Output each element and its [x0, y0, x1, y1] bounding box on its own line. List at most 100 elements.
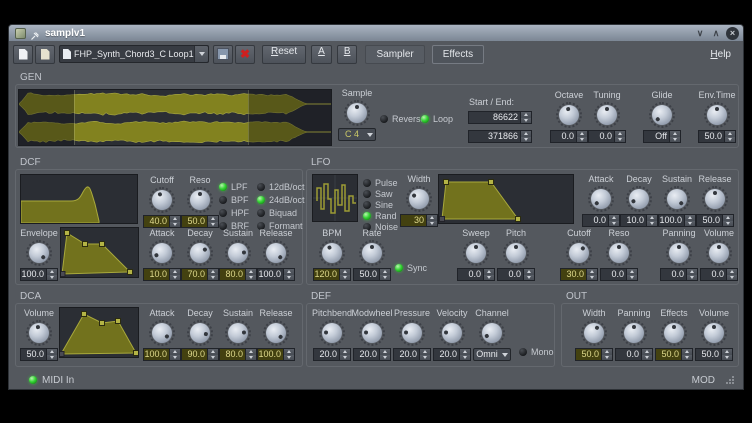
knob-spinbox[interactable]: 20.0 — [313, 348, 351, 361]
sync-radio[interactable]: Sync — [395, 262, 427, 273]
radio-rand[interactable]: Rand — [363, 210, 398, 221]
spin-down-icon[interactable] — [682, 355, 692, 361]
radio-lpf[interactable]: LPF — [219, 181, 249, 192]
spin-down-icon[interactable] — [521, 137, 531, 143]
spin-down-icon[interactable] — [642, 355, 652, 361]
open-preset-button[interactable] — [35, 45, 55, 64]
spin-down-icon[interactable] — [427, 221, 437, 227]
reverse-radio[interactable]: Reverse — [380, 113, 426, 124]
loop-end-spinbox[interactable]: 371866 — [468, 130, 532, 143]
spin-down-icon[interactable] — [723, 221, 733, 227]
spin-down-icon[interactable] — [725, 137, 735, 143]
knob-dial[interactable] — [661, 320, 687, 346]
loop-start-spinbox[interactable]: 86622 — [468, 111, 532, 124]
knob-dial[interactable] — [319, 240, 345, 266]
spin-down-icon[interactable] — [687, 275, 697, 281]
knob-spinbox[interactable]: 40.0 — [143, 215, 181, 228]
spin-down-icon[interactable] — [284, 275, 294, 281]
spin-down-icon[interactable] — [208, 355, 218, 361]
knob-dial[interactable] — [359, 320, 385, 346]
envelope-handle[interactable] — [134, 351, 139, 356]
knob-spinbox[interactable]: 20.0 — [353, 348, 391, 361]
knob-spinbox[interactable]: 0.0 — [700, 268, 738, 281]
knob-spinbox[interactable]: 120.0 — [313, 268, 351, 281]
knob-spinbox[interactable]: 50.0 — [695, 348, 733, 361]
knob-dial[interactable] — [556, 102, 582, 128]
knob-spinbox[interactable]: 30.0 — [560, 268, 598, 281]
knob-dial[interactable] — [149, 187, 175, 213]
spin-down-icon[interactable] — [727, 275, 737, 281]
spin-down-icon[interactable] — [524, 275, 534, 281]
spin-down-icon[interactable] — [284, 355, 294, 361]
knob-dial[interactable] — [149, 240, 175, 266]
knob-spinbox[interactable]: 0.0 — [582, 214, 620, 227]
sample-note-combo[interactable]: C 4 — [338, 128, 376, 141]
spin-down-icon[interactable] — [170, 222, 180, 228]
knob-spinbox[interactable]: 10.0 — [620, 214, 658, 227]
spin-down-icon[interactable] — [380, 275, 390, 281]
radio-bpf[interactable]: BPF — [219, 194, 249, 205]
knob-dial[interactable] — [479, 320, 505, 346]
channel-combo[interactable]: Omni — [473, 348, 511, 361]
knob-dial[interactable] — [594, 102, 620, 128]
knob-dial[interactable] — [406, 186, 432, 212]
dcf-envelope-display[interactable] — [60, 227, 139, 278]
delete-preset-button[interactable]: ✖ — [235, 45, 255, 64]
loop-radio[interactable]: Loop — [421, 113, 453, 124]
knob-spinbox[interactable]: 100.0 — [143, 348, 181, 361]
knob-spinbox[interactable]: 50.0 — [575, 348, 613, 361]
knob-dial[interactable] — [566, 240, 592, 266]
radio-hpf[interactable]: HPF — [219, 207, 249, 218]
mod-button[interactable]: MOD — [692, 375, 715, 386]
maximize-icon[interactable]: ∧ — [710, 27, 722, 39]
knob-dial[interactable] — [503, 240, 529, 266]
spin-down-icon[interactable] — [722, 355, 732, 361]
spin-down-icon[interactable] — [484, 275, 494, 281]
spin-down-icon[interactable] — [340, 275, 350, 281]
loop-end-marker[interactable] — [248, 90, 249, 145]
lfo-wave-display[interactable] — [312, 174, 358, 222]
preset-combo[interactable]: FHP_Synth_Chord3_C Loop1 — [59, 45, 209, 63]
envelope-handle[interactable] — [100, 242, 105, 247]
knob-spinbox[interactable]: 80.0 — [219, 268, 257, 281]
knob-spinbox[interactable]: 80.0 — [219, 348, 257, 361]
spin-down-icon[interactable] — [246, 275, 256, 281]
minimize-icon[interactable]: ∨ — [694, 27, 706, 39]
knob-dial[interactable] — [702, 186, 728, 212]
preset-dropdown-button[interactable] — [194, 46, 208, 62]
knob-spinbox[interactable]: 30 — [400, 214, 438, 227]
envelope-handle[interactable] — [100, 321, 105, 326]
tab-sampler[interactable]: Sampler — [365, 45, 424, 64]
radio-saw[interactable]: Saw — [363, 188, 398, 199]
spin-down-icon[interactable] — [615, 137, 625, 143]
radio-24db-oct[interactable]: 24dB/oct — [257, 194, 305, 205]
radio-pulse[interactable]: Pulse — [363, 177, 398, 188]
knob-spinbox[interactable]: 90.0 — [181, 348, 219, 361]
spin-down-icon[interactable] — [208, 222, 218, 228]
knob-dial[interactable] — [626, 186, 652, 212]
knob-dial[interactable] — [319, 320, 345, 346]
knob-dial[interactable] — [26, 240, 52, 266]
knob-spinbox[interactable]: 0.0 — [588, 130, 626, 143]
knob-spinbox[interactable]: 50.0 — [353, 268, 391, 281]
loop-start-marker[interactable] — [74, 90, 75, 145]
spin-down-icon[interactable] — [602, 355, 612, 361]
knob-dial[interactable] — [149, 320, 175, 346]
envelope-handle[interactable] — [440, 217, 445, 222]
knob-spinbox[interactable]: 100.0 — [257, 268, 295, 281]
dca-envelope-display[interactable] — [59, 307, 139, 358]
knob-spinbox[interactable]: 0.0 — [497, 268, 535, 281]
knob-dial[interactable] — [664, 186, 690, 212]
knob-spinbox[interactable]: 20.0 — [393, 348, 431, 361]
envelope-handle[interactable] — [82, 312, 87, 317]
mono-radio[interactable]: Mono — [519, 346, 554, 357]
envelope-handle[interactable] — [60, 352, 64, 357]
save-preset-button[interactable] — [213, 45, 233, 64]
spin-down-icon[interactable] — [577, 137, 587, 143]
knob-spinbox[interactable]: 0.0 — [600, 268, 638, 281]
knob-dial[interactable] — [704, 102, 730, 128]
knob-spinbox[interactable]: 100.0 — [20, 268, 58, 281]
radio-12db-oct[interactable]: 12dB/oct — [257, 181, 305, 192]
knob-dial[interactable] — [606, 240, 632, 266]
knob-spinbox[interactable]: 50.0 — [20, 348, 58, 361]
